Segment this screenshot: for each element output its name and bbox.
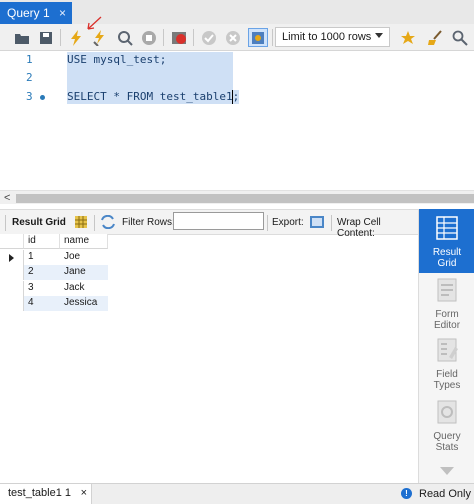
- field-types-panel-label-1: Field: [436, 369, 458, 380]
- export-icon[interactable]: [309, 214, 325, 233]
- row-indicator: [0, 281, 24, 296]
- read-only-status: Read Only: [419, 488, 471, 500]
- chevron-down-icon: [375, 33, 383, 38]
- limit-rows-value: Limit to 1000 rows: [282, 31, 372, 43]
- code-line-1: USE mysql_test;: [67, 53, 167, 66]
- read-only-info-icon: !: [401, 488, 412, 499]
- panel-scroll-down-icon[interactable]: [440, 467, 454, 475]
- scrollbar-thumb[interactable]: [16, 194, 474, 203]
- cell-id[interactable]: 4: [24, 296, 60, 311]
- cell-id[interactable]: 2: [24, 265, 60, 280]
- row-indicator: [0, 250, 24, 265]
- code-line-3: SELECT * FROM test_table1;: [67, 90, 240, 104]
- result-grid-label: Result Grid: [12, 217, 66, 228]
- result-grid-icon: [436, 216, 458, 240]
- stop-icon[interactable]: [139, 28, 159, 47]
- find-magnifier-icon[interactable]: [450, 28, 470, 47]
- row-indicator-header: [0, 234, 24, 249]
- table-row[interactable]: 3 Jack: [0, 281, 108, 296]
- table-row[interactable]: 4 Jessica: [0, 296, 108, 311]
- result-tab-test-table1[interactable]: test_table1 1 ×: [0, 484, 92, 504]
- save-icon[interactable]: [36, 28, 56, 47]
- query-stats-panel-button[interactable]: Query Stats: [419, 399, 474, 453]
- explain-magnifier-icon[interactable]: [115, 28, 135, 47]
- result-tab-close-icon[interactable]: ×: [81, 487, 87, 499]
- row-indicator: [0, 296, 24, 311]
- current-row-pointer-icon: [9, 254, 14, 262]
- rollback-icon[interactable]: [223, 28, 243, 47]
- toolbar-separator: [5, 215, 6, 231]
- text-caret: [232, 90, 233, 104]
- toolbar-separator: [193, 29, 194, 46]
- toolbar-separator: [163, 29, 164, 46]
- line-number-gutter: 1 2 3: [0, 52, 58, 190]
- toggle-error-icon[interactable]: [169, 28, 189, 47]
- form-editor-panel-button[interactable]: Form Editor: [419, 277, 474, 331]
- query-stats-panel-label-1: Query: [433, 431, 461, 442]
- result-grid-panel-button[interactable]: Result Grid: [419, 209, 474, 273]
- editor-tabbar: Query 1 ×: [0, 0, 474, 24]
- form-editor-panel-label-1: Form: [435, 309, 459, 320]
- toolbar-separator: [272, 29, 273, 46]
- scroll-left-icon[interactable]: <: [4, 192, 10, 204]
- query-stats-panel-label-2: Stats: [435, 442, 459, 453]
- query-stats-icon: [437, 400, 457, 424]
- tab-title: Query 1: [7, 6, 50, 20]
- table-row[interactable]: 2 Jane: [0, 265, 108, 280]
- wrap-cell-content-label: Wrap Cell Content:: [337, 217, 381, 239]
- refresh-arrows-icon[interactable]: [100, 214, 116, 232]
- grid-view-icon[interactable]: [74, 215, 88, 232]
- add-snippet-star-icon[interactable]: [398, 28, 418, 47]
- annotation-arrow-icon: [87, 16, 102, 30]
- execute-lightning-icon[interactable]: [66, 28, 86, 47]
- tab-query-1[interactable]: Query 1 ×: [0, 2, 72, 24]
- line-number: 1: [26, 53, 33, 66]
- result-grid-panel-label-1: Result: [432, 247, 462, 258]
- toolbar-separator: [60, 29, 61, 46]
- cell-name[interactable]: Jessica: [60, 296, 108, 311]
- toolbar-separator: [267, 215, 268, 231]
- cell-id[interactable]: 1: [24, 250, 60, 265]
- table-row[interactable]: 1 Joe: [0, 250, 108, 265]
- field-types-icon: [437, 338, 458, 362]
- result-grid-panel-label-2: Grid: [437, 258, 457, 269]
- form-editor-panel-label-2: Editor: [433, 320, 461, 331]
- editor-hscrollbar[interactable]: <: [0, 190, 474, 204]
- field-types-panel-label-2: Types: [433, 380, 461, 391]
- filter-rows-input[interactable]: [173, 212, 264, 230]
- cell-name[interactable]: Jack: [60, 281, 108, 296]
- toolbar-separator: [94, 215, 95, 231]
- cell-name[interactable]: Jane: [60, 265, 108, 280]
- cell-name[interactable]: Joe: [60, 250, 108, 265]
- line-number: 2: [26, 71, 33, 84]
- cell-id[interactable]: 3: [24, 281, 60, 296]
- autocommit-toggle-icon[interactable]: [248, 28, 268, 47]
- result-side-panel: Result Grid Form Editor Field Types Quer…: [418, 209, 474, 483]
- row-indicator: [0, 265, 24, 280]
- form-editor-icon: [437, 278, 457, 302]
- export-label: Export:: [272, 217, 304, 228]
- commit-icon[interactable]: [199, 28, 219, 47]
- line-number: 3: [26, 90, 33, 103]
- grid-header-row: id name: [0, 234, 108, 249]
- tab-close-icon[interactable]: ×: [59, 6, 66, 20]
- limit-rows-select[interactable]: Limit to 1000 rows: [275, 27, 390, 47]
- filter-rows-label: Filter Rows:: [122, 217, 175, 228]
- toolbar-separator: [331, 215, 332, 231]
- sql-editor[interactable]: 1 2 3 USE mysql_test; SELECT * FROM test…: [0, 52, 474, 190]
- bottom-status-bar: test_table1 1 × ! Read Only: [0, 483, 474, 504]
- statement-marker-icon: [40, 95, 45, 100]
- sql-toolbar: [0, 16, 474, 51]
- open-folder-icon[interactable]: [12, 28, 32, 47]
- column-header-name[interactable]: name: [60, 234, 108, 249]
- result-tab-label: test_table1 1: [8, 487, 71, 499]
- field-types-panel-button[interactable]: Field Types: [419, 337, 474, 391]
- column-header-id[interactable]: id: [24, 234, 60, 249]
- beautify-broom-icon[interactable]: [425, 28, 445, 47]
